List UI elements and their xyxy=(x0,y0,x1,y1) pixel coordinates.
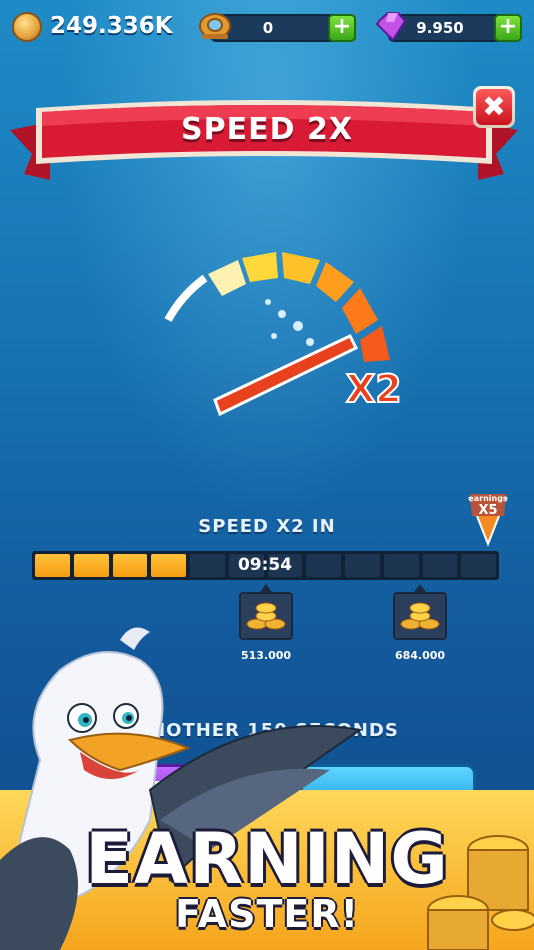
gauge-segment xyxy=(242,252,278,282)
coin-stack-icon xyxy=(400,602,440,630)
progress-segment xyxy=(151,554,186,577)
progress-segment xyxy=(345,554,380,577)
gauge-multiplier: X2 xyxy=(346,367,402,411)
gem-icon xyxy=(375,12,407,42)
close-button[interactable]: ✖ xyxy=(473,86,515,128)
reward-pointer xyxy=(414,584,426,592)
gem-counter: 9.950 + xyxy=(388,14,522,42)
coin-icon xyxy=(12,12,42,42)
popup-title: SPEED 2X xyxy=(181,112,353,147)
gauge-segment xyxy=(360,326,390,362)
reward-pointer xyxy=(260,584,272,592)
reward-value-2: 684.000 xyxy=(394,649,446,662)
progress-segment xyxy=(461,554,496,577)
gauge-segment xyxy=(316,262,354,302)
add-gems-button[interactable]: + xyxy=(494,14,522,42)
reward-chest-2 xyxy=(393,592,447,640)
diver-helmet-icon xyxy=(199,13,231,39)
close-icon: ✖ xyxy=(476,89,512,125)
gauge-segment xyxy=(282,252,320,284)
boost-timer: 09:54 xyxy=(237,555,293,575)
gauge-segment xyxy=(342,288,378,334)
progress-segment xyxy=(383,554,419,577)
speed-gauge: X2 xyxy=(164,252,403,417)
earnings-badge-label: earnings xyxy=(468,494,508,503)
gold-coins-decoration xyxy=(427,835,534,950)
currency-bar: 249.336K 0 + 9.950 + xyxy=(0,8,534,48)
progress-segment xyxy=(422,554,458,577)
progress-segment xyxy=(306,554,341,577)
earnings-badge-multiplier: X5 xyxy=(478,503,498,518)
progress-segment xyxy=(112,554,148,577)
progress-segment xyxy=(35,554,70,577)
earnings-x5-badge: earnings X5 xyxy=(468,490,508,548)
progress-segment xyxy=(73,554,109,577)
gauge-needle xyxy=(213,334,359,417)
gauge-segment xyxy=(208,260,246,296)
speed-label: SPEED X2 IN xyxy=(198,516,336,537)
add-helmets-button[interactable]: + xyxy=(328,14,356,42)
progress-segment xyxy=(190,554,225,577)
coin-amount: 249.336K xyxy=(50,13,173,39)
